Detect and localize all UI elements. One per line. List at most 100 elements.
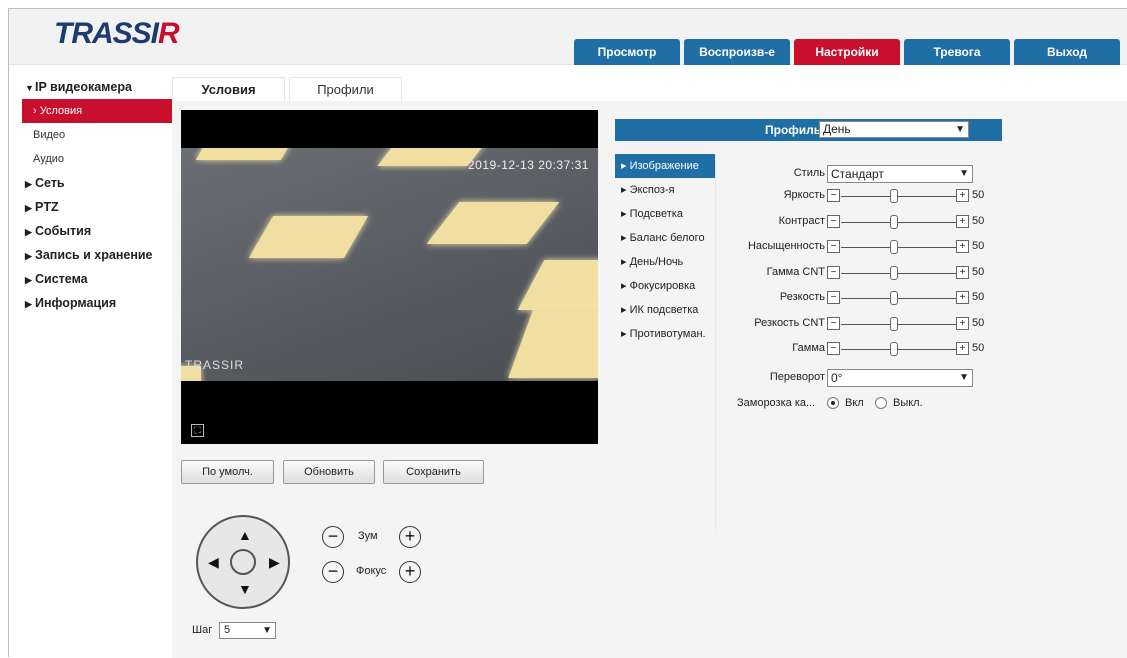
sidebar-group-storage[interactable]: ▶ Запись и хранение — [9, 243, 179, 267]
slider-label: Гамма — [792, 342, 825, 354]
sidebar-group-label: События — [35, 224, 92, 238]
submenu-defog[interactable]: ▸ Противотуман. — [615, 322, 715, 346]
submenu-exposure[interactable]: ▸ Экспоз-я — [615, 178, 715, 202]
slider-row: Насыщенность − +50 — [732, 238, 992, 256]
sidebar-group-network[interactable]: ▶ Сеть — [9, 171, 179, 195]
zoom-out-button[interactable]: − — [322, 526, 344, 548]
submenu-day-night[interactable]: ▸ День/Ночь — [615, 250, 715, 274]
arrow-left-icon[interactable]: ◀ — [208, 554, 219, 571]
sidebar-group-ptz[interactable]: ▶ PTZ — [9, 195, 179, 219]
slider-thumb[interactable] — [890, 189, 898, 203]
caret-right-icon: ▶ — [25, 227, 32, 237]
slider-value: 50 — [972, 291, 985, 303]
slider-label: Резкость CNT — [754, 316, 825, 329]
submenu-label: Противотуман. — [629, 328, 706, 340]
image-submenu: ▸ Изображение ▸ Экспоз-я ▸ Подсветка ▸ Б… — [615, 154, 715, 346]
minus-icon[interactable]: − — [827, 265, 840, 279]
arrow-down-icon[interactable]: ▼ — [238, 581, 252, 597]
plus-icon[interactable]: + — [956, 214, 969, 228]
minus-icon[interactable]: − — [827, 342, 840, 355]
camera-scene: 2019-12-13 20:37:31 TRASSIR — [181, 148, 598, 381]
minus-icon[interactable]: − — [827, 240, 840, 253]
slider-label: Гамма CNT — [766, 265, 825, 278]
default-button[interactable]: По умолч. — [181, 460, 274, 484]
slider-row: Резкость − +50 — [732, 289, 992, 307]
slider-thumb[interactable] — [890, 240, 898, 254]
slider-thumb[interactable] — [890, 342, 898, 356]
slider-track[interactable] — [841, 196, 956, 197]
sidebar-group-label: Система — [35, 272, 88, 286]
freeze-off-radio[interactable] — [875, 397, 887, 409]
slider-value: 50 — [972, 240, 985, 252]
fullscreen-icon[interactable]: ⛶ — [191, 424, 204, 437]
slider-row: Контраст − +50 — [732, 213, 992, 231]
sidebar-group-label: Сеть — [35, 176, 65, 190]
sidebar-item-video[interactable]: Видео — [9, 123, 179, 147]
focus-out-button[interactable]: − — [322, 561, 344, 583]
profile-select[interactable]: День ▼ — [819, 121, 969, 138]
minus-icon[interactable]: − — [827, 189, 840, 202]
submenu-backlight[interactable]: ▸ Подсветка — [615, 202, 715, 226]
minus-icon[interactable]: − — [827, 316, 840, 330]
slider-row: Гамма CNT − +50 — [732, 264, 992, 282]
slider-track[interactable] — [841, 323, 956, 325]
zoom-label: Зум — [358, 530, 378, 542]
flip-select[interactable]: 0° ▼ — [827, 369, 973, 387]
minus-icon[interactable]: − — [827, 214, 840, 228]
flip-value: 0° — [831, 371, 843, 385]
tab-conditions[interactable]: Условия — [172, 77, 285, 103]
slider-track[interactable] — [841, 272, 956, 274]
sidebar-item-conditions[interactable]: › Условия — [22, 99, 173, 123]
tab-profiles[interactable]: Профили — [289, 77, 402, 103]
plus-icon[interactable]: + — [956, 291, 969, 304]
freeze-on-radio[interactable] — [827, 397, 839, 409]
slider-thumb[interactable] — [890, 291, 898, 305]
submenu-image[interactable]: ▸ Изображение — [615, 154, 715, 178]
chevron-right-icon: › — [33, 105, 37, 117]
zoom-in-button[interactable]: + — [399, 526, 421, 548]
refresh-button[interactable]: Обновить — [283, 460, 375, 484]
submenu-focus[interactable]: ▸ Фокусировка — [615, 274, 715, 298]
step-select[interactable]: 5 ▼ — [219, 622, 276, 639]
style-select[interactable]: Стандарт ▼ — [827, 165, 973, 183]
nav-alarm[interactable]: Тревога — [904, 39, 1010, 65]
freeze-on-label: Вкл — [845, 397, 864, 409]
nav-logout[interactable]: Выход — [1014, 39, 1120, 65]
plus-icon[interactable]: + — [956, 265, 969, 279]
sidebar-group-events[interactable]: ▶ События — [9, 219, 179, 243]
ptz-center-button[interactable] — [230, 549, 256, 575]
slider-track[interactable] — [841, 298, 956, 299]
slider-value: 50 — [972, 316, 985, 329]
plus-icon[interactable]: + — [956, 342, 969, 355]
minus-icon[interactable]: − — [827, 291, 840, 304]
submenu-ir[interactable]: ▸ ИК подсветка — [615, 298, 715, 322]
nav-playback[interactable]: Воспроизв-е — [684, 39, 790, 65]
nav-settings[interactable]: Настройки — [794, 39, 900, 65]
plus-icon[interactable]: + — [956, 316, 969, 330]
slider-value: 50 — [972, 214, 985, 227]
plus-icon[interactable]: + — [956, 240, 969, 253]
save-button[interactable]: Сохранить — [383, 460, 484, 484]
sidebar-group-label: PTZ — [35, 200, 59, 214]
sidebar-group-info[interactable]: ▶ Информация — [9, 291, 179, 315]
slider-track[interactable] — [841, 247, 956, 248]
slider-thumb[interactable] — [890, 214, 898, 229]
arrow-up-icon[interactable]: ▲ — [238, 527, 252, 543]
focus-in-button[interactable]: + — [399, 561, 421, 583]
slider-thumb[interactable] — [890, 265, 898, 280]
caret-right-icon: ▶ — [25, 275, 32, 285]
submenu-white-balance[interactable]: ▸ Баланс белого — [615, 226, 715, 250]
slider-label: Насыщенность — [747, 240, 825, 252]
nav-view[interactable]: Просмотр — [574, 39, 680, 65]
logo-accent: R — [158, 17, 180, 50]
sidebar-group-system[interactable]: ▶ Система — [9, 267, 179, 291]
slider-track[interactable] — [841, 349, 956, 350]
sidebar: ▼IP видеокамера › Условия Видео Аудио ▶ С… — [9, 75, 179, 315]
slider-thumb[interactable] — [890, 316, 898, 331]
slider-track[interactable] — [841, 221, 956, 223]
plus-icon[interactable]: + — [956, 189, 969, 202]
sidebar-group-ip-camera[interactable]: ▼IP видеокамера — [9, 75, 179, 99]
arrow-right-icon[interactable]: ▶ — [269, 554, 280, 571]
submenu-label: Изображение — [629, 160, 699, 172]
sidebar-item-audio[interactable]: Аудио — [9, 147, 179, 171]
